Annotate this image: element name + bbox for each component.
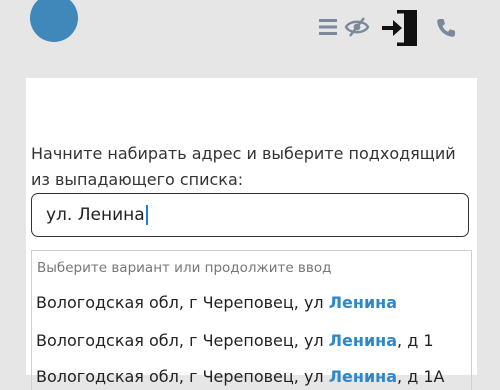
- suggestion-match: Ленина: [328, 293, 398, 312]
- suggestion-match: Ленина: [328, 367, 398, 386]
- suggestion-item[interactable]: Вологодская обл, г Череповец, ул Ленина,…: [36, 367, 444, 386]
- address-input[interactable]: ул. Ленина: [31, 193, 469, 237]
- suggestion-item[interactable]: Вологодская обл, г Череповец, ул Ленина: [36, 293, 397, 312]
- eye-slash-icon[interactable]: [344, 14, 370, 40]
- suggestion-item[interactable]: Вологодская обл, г Череповец, ул Ленина,…: [36, 331, 434, 350]
- address-input-value: ул. Ленина: [46, 205, 145, 225]
- suggestion-prefix: Вологодская обл, г Череповец, ул: [36, 293, 329, 312]
- avatar[interactable]: [30, 0, 78, 42]
- text-caret: [145, 205, 149, 225]
- suggestion-prefix: Вологодская обл, г Череповец, ул: [36, 367, 329, 386]
- suggestion-match: Ленина: [328, 331, 398, 350]
- menu-icon[interactable]: [318, 17, 338, 37]
- dropdown-hint: Выберите вариант или продолжите ввод: [37, 260, 332, 276]
- suggestions-dropdown: Выберите вариант или продолжите ввод Вол…: [31, 250, 472, 390]
- main-content: Начните набирать адрес и выберите подход…: [26, 78, 477, 390]
- suggestion-suffix: , д 1: [397, 331, 434, 350]
- exit-icon[interactable]: [380, 8, 420, 48]
- phone-icon[interactable]: [434, 16, 458, 40]
- app-header: [0, 0, 500, 78]
- instruction-text: Начните набирать адрес и выберите подход…: [31, 144, 456, 189]
- suggestion-prefix: Вологодская обл, г Череповец, ул: [36, 331, 329, 350]
- suggestion-suffix: , д 1А: [397, 367, 445, 386]
